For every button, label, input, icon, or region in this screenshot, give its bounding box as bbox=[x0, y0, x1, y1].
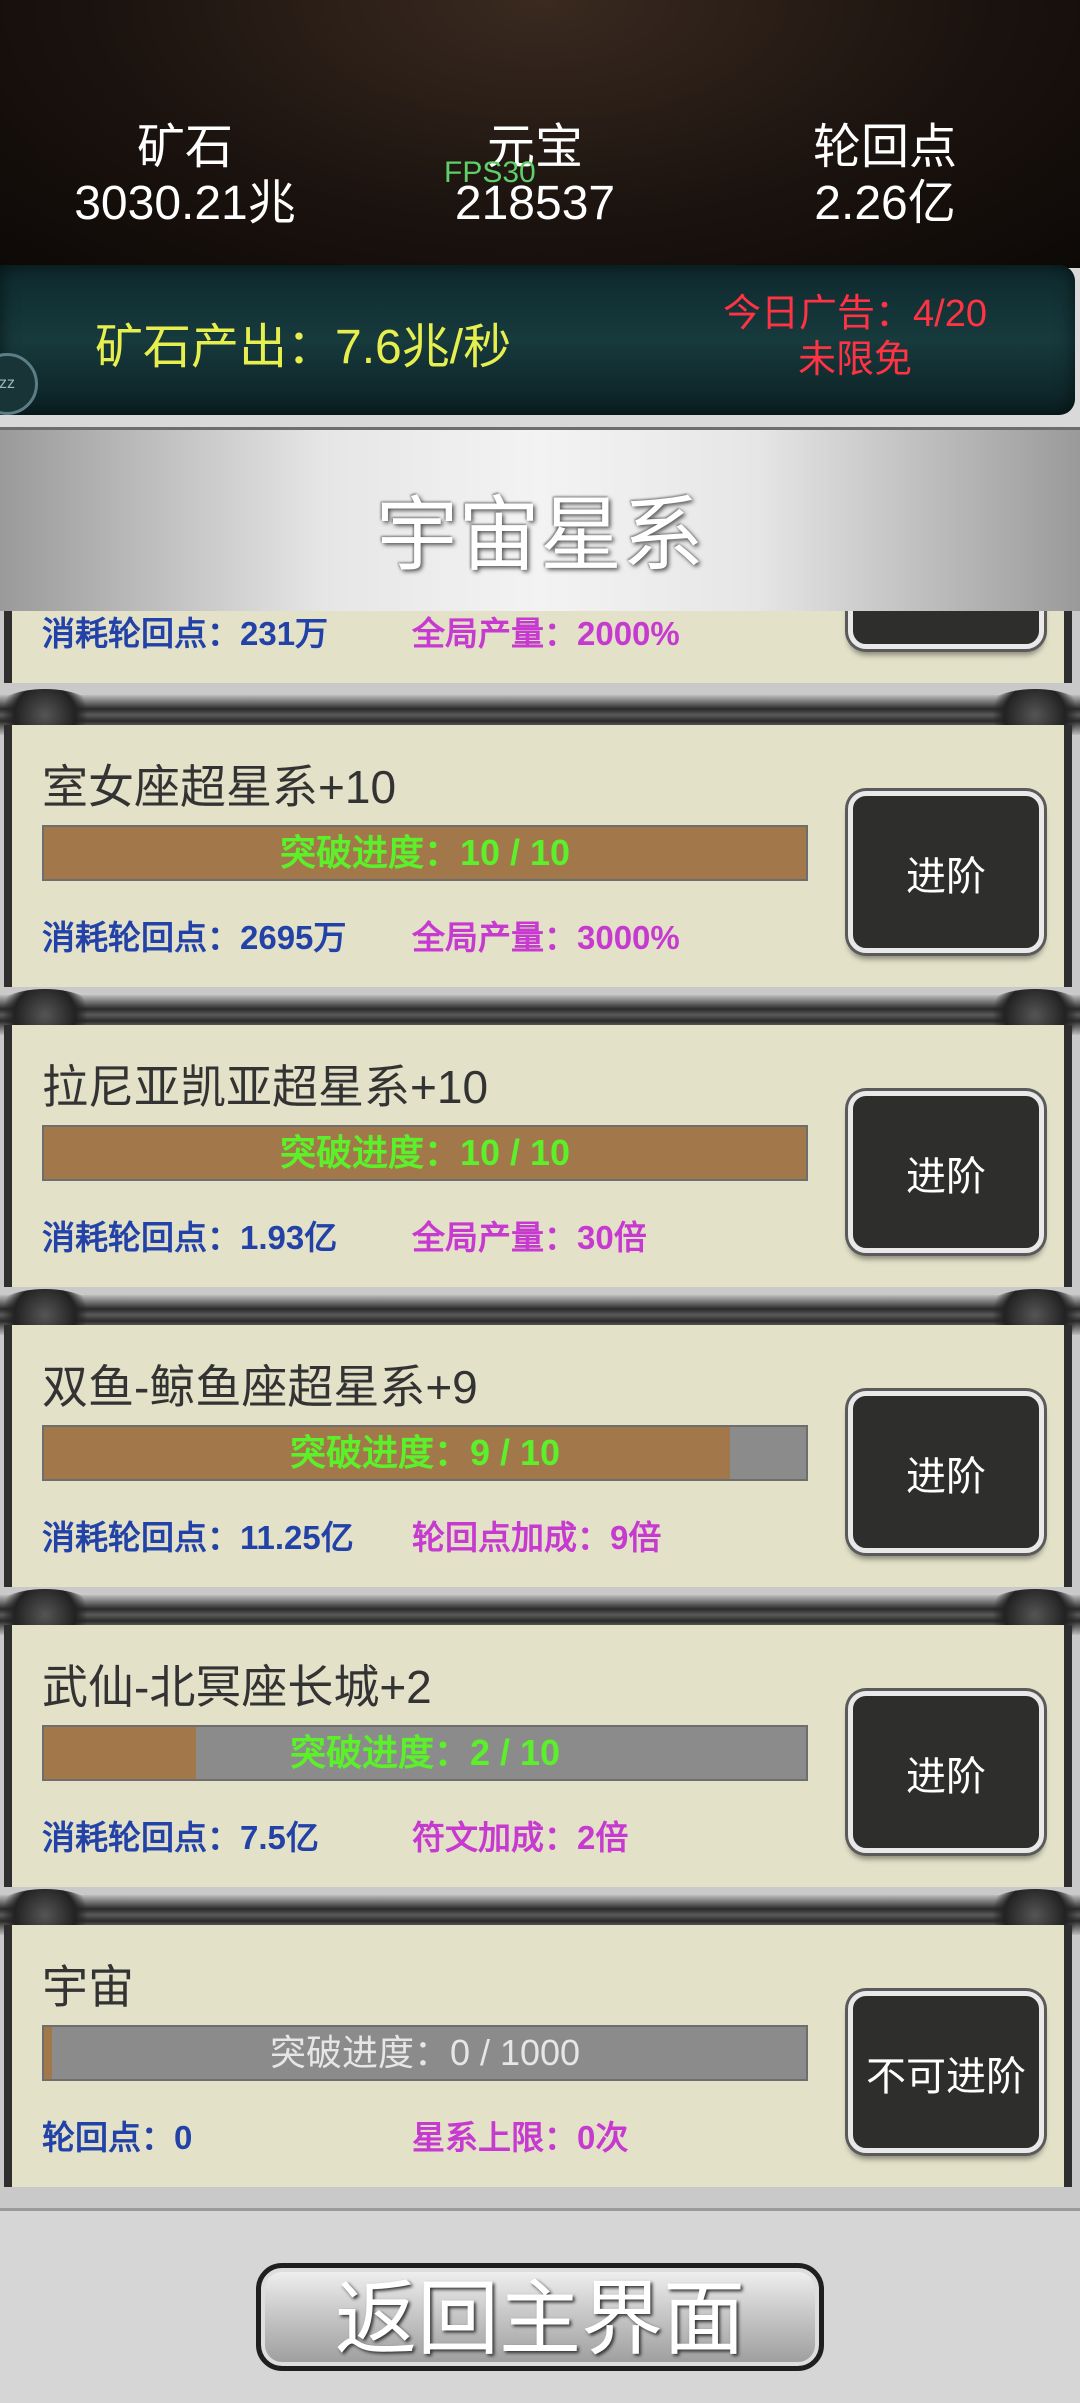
list-item: 拉尼亚凯亚超星系+10 突破进度：10 / 10 消耗轮回点：1.93亿 全局产… bbox=[4, 1025, 1072, 1287]
fps-counter: FPS30 bbox=[444, 156, 536, 189]
galaxy-name: 室女座超星系+10 bbox=[42, 761, 397, 813]
bonus-text: 全局产量：2000% bbox=[412, 615, 680, 652]
progress-bar: 突破进度：10 / 10 bbox=[42, 825, 808, 881]
back-to-main-button[interactable]: 返回主界面 bbox=[256, 2263, 824, 2371]
reincarnation-resource: 轮回点 2.26亿 bbox=[720, 120, 1050, 232]
galaxy-name: 双鱼-鲸鱼座超星系+9 bbox=[42, 1361, 478, 1413]
progress-bar: 突破进度：2 / 10 bbox=[42, 1725, 808, 1781]
galaxy-name: 宇宙 bbox=[42, 1961, 134, 2013]
sleep-icon[interactable]: zz bbox=[0, 353, 38, 415]
progress-text: 突破进度：10 / 10 bbox=[279, 832, 571, 873]
progress-text: 突破进度：9 / 10 bbox=[289, 1432, 561, 1473]
cost-text: 消耗轮回点：2695万 bbox=[42, 919, 347, 956]
list-item: 消耗轮回点：231万 全局产量：2000% bbox=[4, 611, 1072, 683]
cost-text: 消耗轮回点：1.93亿 bbox=[42, 1219, 338, 1256]
reincarnation-value: 2.26亿 bbox=[814, 177, 956, 230]
production-bar: zz 矿石产出：7.6兆/秒 今日广告：4/20 未限免 bbox=[0, 265, 1075, 415]
bonus-text: 轮回点加成：9倍 bbox=[412, 1519, 662, 1556]
panel-header: 宇宙星系 bbox=[0, 427, 1080, 614]
ore-production-rate: 矿石产出：7.6兆/秒 bbox=[95, 321, 512, 374]
resource-header: 矿石 3030.21兆 元宝 218537 轮回点 2.26亿 FPS30 bbox=[0, 0, 1080, 268]
progress-bar: 突破进度：9 / 10 bbox=[42, 1425, 808, 1481]
cost-text: 消耗轮回点：231万 bbox=[42, 615, 329, 652]
bonus-text: 符文加成：2倍 bbox=[412, 1819, 629, 1856]
reincarnation-label: 轮回点 bbox=[812, 121, 957, 174]
list-item: 室女座超星系+10 突破进度：10 / 10 消耗轮回点：2695万 全局产量：… bbox=[4, 725, 1072, 987]
progress-bar: 突破进度：0 / 1000 bbox=[42, 2025, 808, 2081]
cost-text: 轮回点：0 bbox=[42, 2119, 193, 2156]
advance-button[interactable]: 进阶 bbox=[848, 1091, 1044, 1253]
ore-resource: 矿石 3030.21兆 bbox=[20, 120, 350, 232]
bonus-text: 星系上限：0次 bbox=[412, 2119, 629, 2156]
advance-button[interactable]: 进阶 bbox=[848, 1691, 1044, 1853]
progress-bar: 突破进度：10 / 10 bbox=[42, 1125, 808, 1181]
progress-text: 突破进度：10 / 10 bbox=[279, 1132, 571, 1173]
bonus-text: 全局产量：30倍 bbox=[412, 1219, 647, 1256]
advance-button[interactable]: 进阶 bbox=[848, 791, 1044, 953]
list-item: 双鱼-鲸鱼座超星系+9 突破进度：9 / 10 消耗轮回点：11.25亿 轮回点… bbox=[4, 1325, 1072, 1587]
cost-text: 消耗轮回点：7.5亿 bbox=[42, 1819, 319, 1856]
advance-button[interactable] bbox=[848, 611, 1044, 649]
galaxy-name: 拉尼亚凯亚超星系+10 bbox=[42, 1061, 489, 1113]
ore-value: 3030.21兆 bbox=[74, 177, 296, 230]
bonus-text: 全局产量：3000% bbox=[412, 919, 680, 956]
galaxy-name: 武仙-北冥座长城+2 bbox=[42, 1661, 432, 1713]
panel-title: 宇宙星系 bbox=[375, 490, 704, 581]
list-item: 武仙-北冥座长城+2 突破进度：2 / 10 消耗轮回点：7.5亿 符文加成：2… bbox=[4, 1625, 1072, 1887]
bottom-bar: 返回主界面 bbox=[0, 2208, 1080, 2403]
ore-label: 矿石 bbox=[136, 121, 233, 174]
advance-button[interactable]: 进阶 bbox=[848, 1391, 1044, 1553]
advance-button-disabled[interactable]: 不可进阶 bbox=[848, 1991, 1044, 2153]
galaxy-list[interactable]: 消耗轮回点：231万 全局产量：2000% 室女座超星系+10 突破进度：10 … bbox=[0, 611, 1080, 2208]
progress-text: 突破进度：2 / 10 bbox=[289, 1732, 561, 1773]
ad-free-status: 未限免 bbox=[797, 339, 912, 381]
ad-count: 今日广告：4/20 bbox=[723, 293, 987, 335]
cost-text: 消耗轮回点：11.25亿 bbox=[42, 1519, 354, 1556]
list-item: 宇宙 突破进度：0 / 1000 轮回点：0 星系上限：0次 不可进阶 bbox=[4, 1925, 1072, 2187]
ad-status[interactable]: 今日广告：4/20 未限免 bbox=[700, 291, 1010, 383]
progress-text: 突破进度：0 / 1000 bbox=[269, 2032, 581, 2073]
